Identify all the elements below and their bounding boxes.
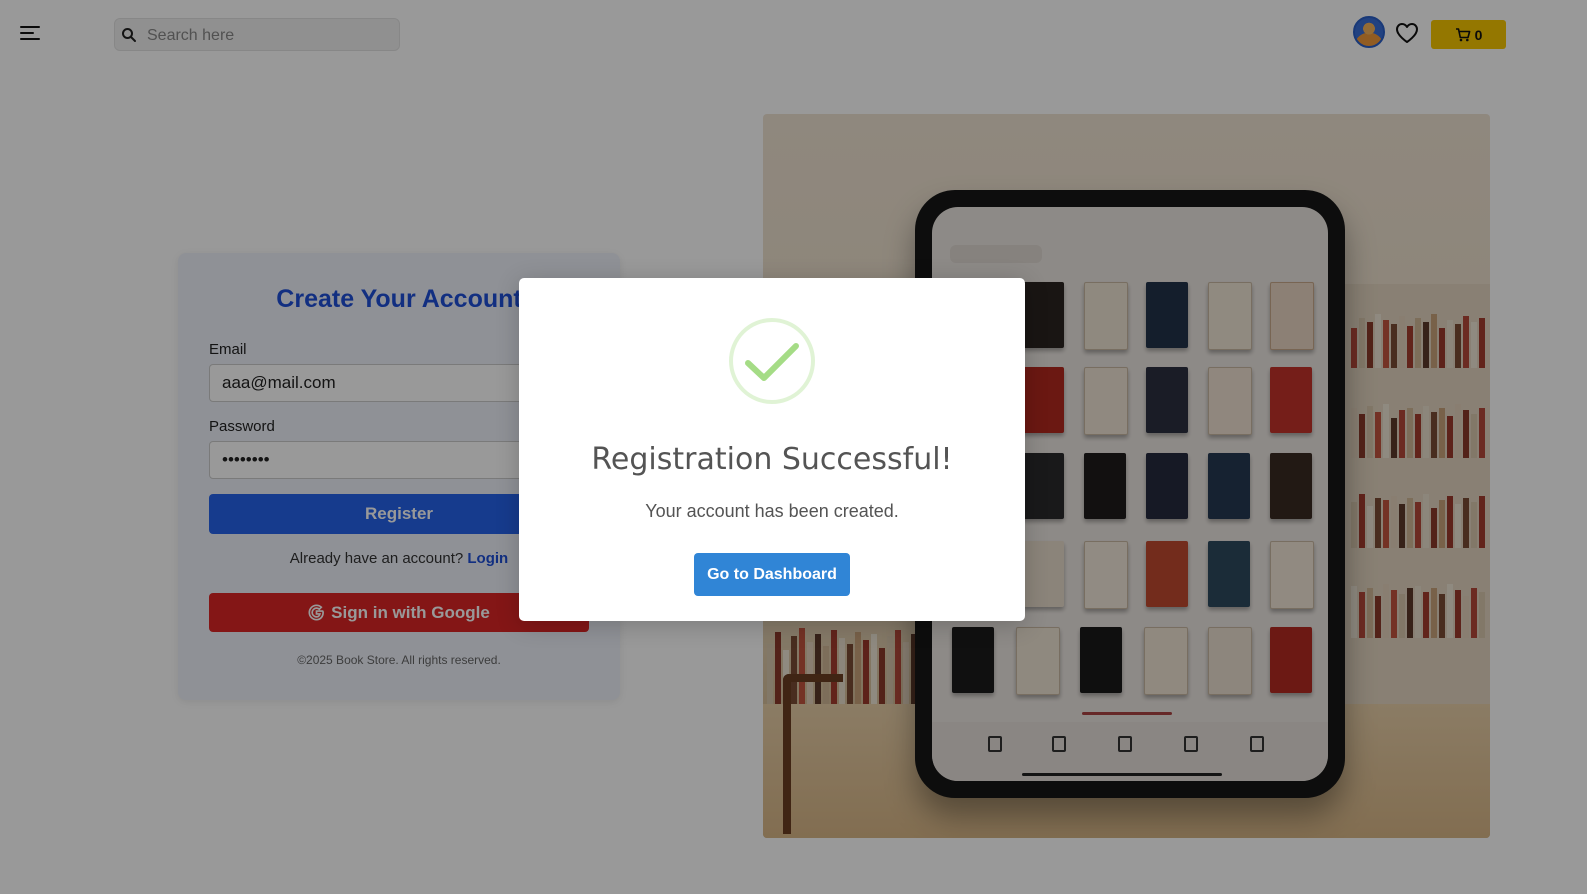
success-modal: Registration Successful! Your account ha… [519, 278, 1025, 621]
success-check-icon [729, 318, 815, 404]
go-to-dashboard-button[interactable]: Go to Dashboard [694, 553, 850, 596]
modal-title: Registration Successful! [591, 442, 953, 477]
modal-message: Your account has been created. [645, 501, 899, 521]
